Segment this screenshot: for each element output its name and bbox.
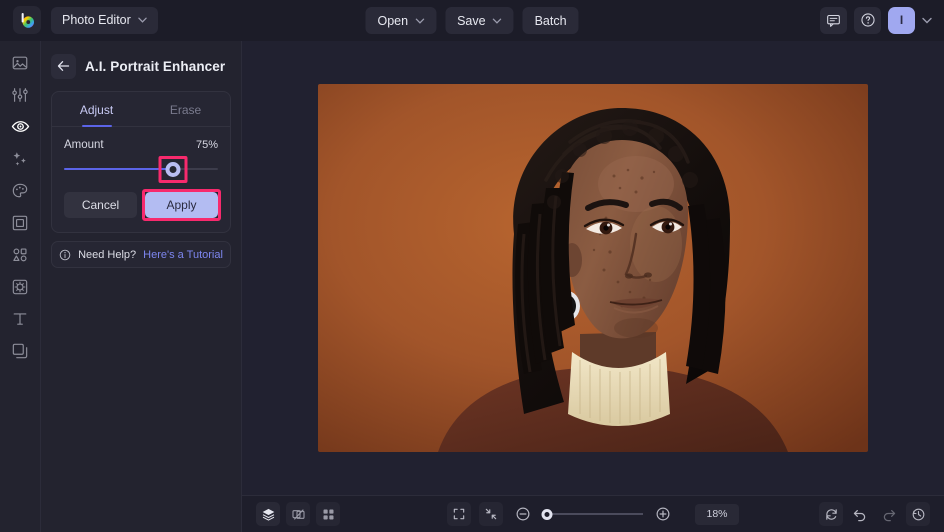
canvas-area[interactable] (242, 41, 944, 495)
main-body: A.I. Portrait Enhancer Adjust Erase Amou… (0, 41, 944, 532)
chevron-down-icon (493, 18, 502, 24)
layers-button[interactable] (256, 502, 280, 526)
sidebar-item-effects[interactable] (4, 147, 36, 170)
save-button[interactable]: Save (445, 7, 514, 34)
account-actions-group: I (820, 7, 936, 34)
clock-history-icon (911, 507, 926, 522)
redo-button[interactable] (877, 502, 901, 526)
batch-button[interactable]: Batch (523, 7, 579, 34)
shapes-icon (11, 246, 29, 264)
sparkles-icon (11, 150, 29, 168)
apply-button-wrapper: Apply (145, 192, 218, 218)
minus-circle-icon (515, 506, 531, 522)
panel-actions: Cancel Apply (52, 182, 230, 232)
zoom-in-button[interactable] (651, 502, 675, 526)
sidebar-item-graphics[interactable] (4, 243, 36, 266)
app-switcher-label: Photo Editor (62, 13, 131, 27)
avatar[interactable]: I (888, 7, 915, 34)
sidebar-item-layers[interactable] (4, 339, 36, 362)
sidebar-item-edit[interactable] (4, 83, 36, 106)
batch-label: Batch (535, 14, 567, 28)
file-actions-group: Open Save Batch (365, 7, 578, 34)
tool-card: Adjust Erase Amount 75% (51, 91, 231, 233)
tool-rail (0, 41, 41, 532)
amount-slider[interactable] (64, 160, 218, 178)
sidebar-item-touch-up[interactable] (4, 115, 36, 138)
apply-button[interactable]: Apply (145, 192, 218, 218)
zoom-controls: 18% (447, 502, 739, 526)
layers-stack-icon (261, 507, 276, 522)
overlay-icon (11, 278, 29, 296)
help-text: Need Help? (78, 249, 136, 261)
sliders-icon (11, 86, 29, 104)
undo-button[interactable] (848, 502, 872, 526)
tutorial-link[interactable]: Here's a Tutorial (143, 249, 223, 261)
fullscreen-button[interactable] (447, 502, 471, 526)
refresh-rotate-icon (824, 507, 839, 522)
collapse-arrows-icon (484, 507, 498, 521)
cancel-button[interactable]: Cancel (64, 192, 137, 218)
grid-button[interactable] (316, 502, 340, 526)
bottom-bar: 18% (242, 495, 944, 532)
portrait-photo[interactable] (318, 84, 868, 452)
image-icon (11, 54, 29, 72)
history-button[interactable] (906, 502, 930, 526)
chevron-down-icon (138, 17, 147, 23)
avatar-initial: I (900, 13, 903, 27)
zoom-slider[interactable] (543, 507, 643, 521)
tool-panel: A.I. Portrait Enhancer Adjust Erase Amou… (41, 41, 242, 532)
chevron-down-icon (415, 18, 424, 24)
expand-corners-icon (452, 507, 466, 521)
amount-label: Amount (64, 139, 104, 151)
chevron-down-icon[interactable] (922, 17, 932, 24)
zoom-slider-handle[interactable] (542, 509, 553, 520)
sidebar-item-frames[interactable] (4, 211, 36, 234)
tab-adjust[interactable]: Adjust (52, 92, 141, 126)
slider-handle[interactable] (166, 162, 181, 177)
save-label: Save (457, 14, 486, 28)
amount-slider-labels: Amount 75% (64, 139, 218, 151)
arrow-left-icon[interactable] (51, 54, 76, 79)
panel-tabs: Adjust Erase (52, 92, 230, 127)
tutorial-link-card[interactable]: Need Help? Here's a Tutorial (51, 241, 231, 268)
fit-to-screen-button[interactable] (479, 502, 503, 526)
open-button[interactable]: Open (365, 7, 436, 34)
panel-header: A.I. Portrait Enhancer (51, 41, 231, 83)
layers-stack-icon (11, 342, 29, 360)
history-controls (819, 502, 930, 526)
tab-erase[interactable]: Erase (141, 92, 230, 126)
befunky-logo-icon[interactable] (13, 6, 41, 34)
question-circle-icon[interactable] (854, 7, 881, 34)
open-label: Open (377, 14, 408, 28)
canvas-column: 18% (242, 41, 944, 532)
compare-button[interactable] (286, 502, 310, 526)
sidebar-item-artsy[interactable] (4, 179, 36, 202)
bottom-left-tools (256, 502, 340, 526)
chat-bubble-icon[interactable] (820, 7, 847, 34)
text-t-icon (11, 310, 29, 328)
frame-icon (11, 214, 29, 232)
sidebar-item-text[interactable] (4, 307, 36, 330)
app-switcher-menu[interactable]: Photo Editor (51, 7, 158, 34)
amount-slider-row: Amount 75% (52, 127, 230, 182)
zoom-out-button[interactable] (511, 502, 535, 526)
page-title: A.I. Portrait Enhancer (85, 59, 225, 74)
zoom-level-badge[interactable]: 18% (695, 504, 739, 525)
info-circle-icon (59, 249, 71, 261)
reset-button[interactable] (819, 502, 843, 526)
redo-arrow-icon (881, 506, 897, 522)
compare-split-icon (291, 507, 306, 522)
palette-icon (11, 182, 29, 200)
zoom-slider-track (543, 513, 643, 515)
undo-arrow-icon (852, 506, 868, 522)
eye-icon (11, 117, 30, 136)
amount-value: 75% (196, 139, 218, 151)
photo-editor-app: Photo Editor Open Save Batch (0, 0, 944, 532)
grid-four-icon (321, 507, 336, 522)
sidebar-item-image[interactable] (4, 51, 36, 74)
top-bar: Photo Editor Open Save Batch (0, 0, 944, 41)
slider-fill (64, 168, 173, 170)
plus-circle-icon (655, 506, 671, 522)
sidebar-item-overlays[interactable] (4, 275, 36, 298)
